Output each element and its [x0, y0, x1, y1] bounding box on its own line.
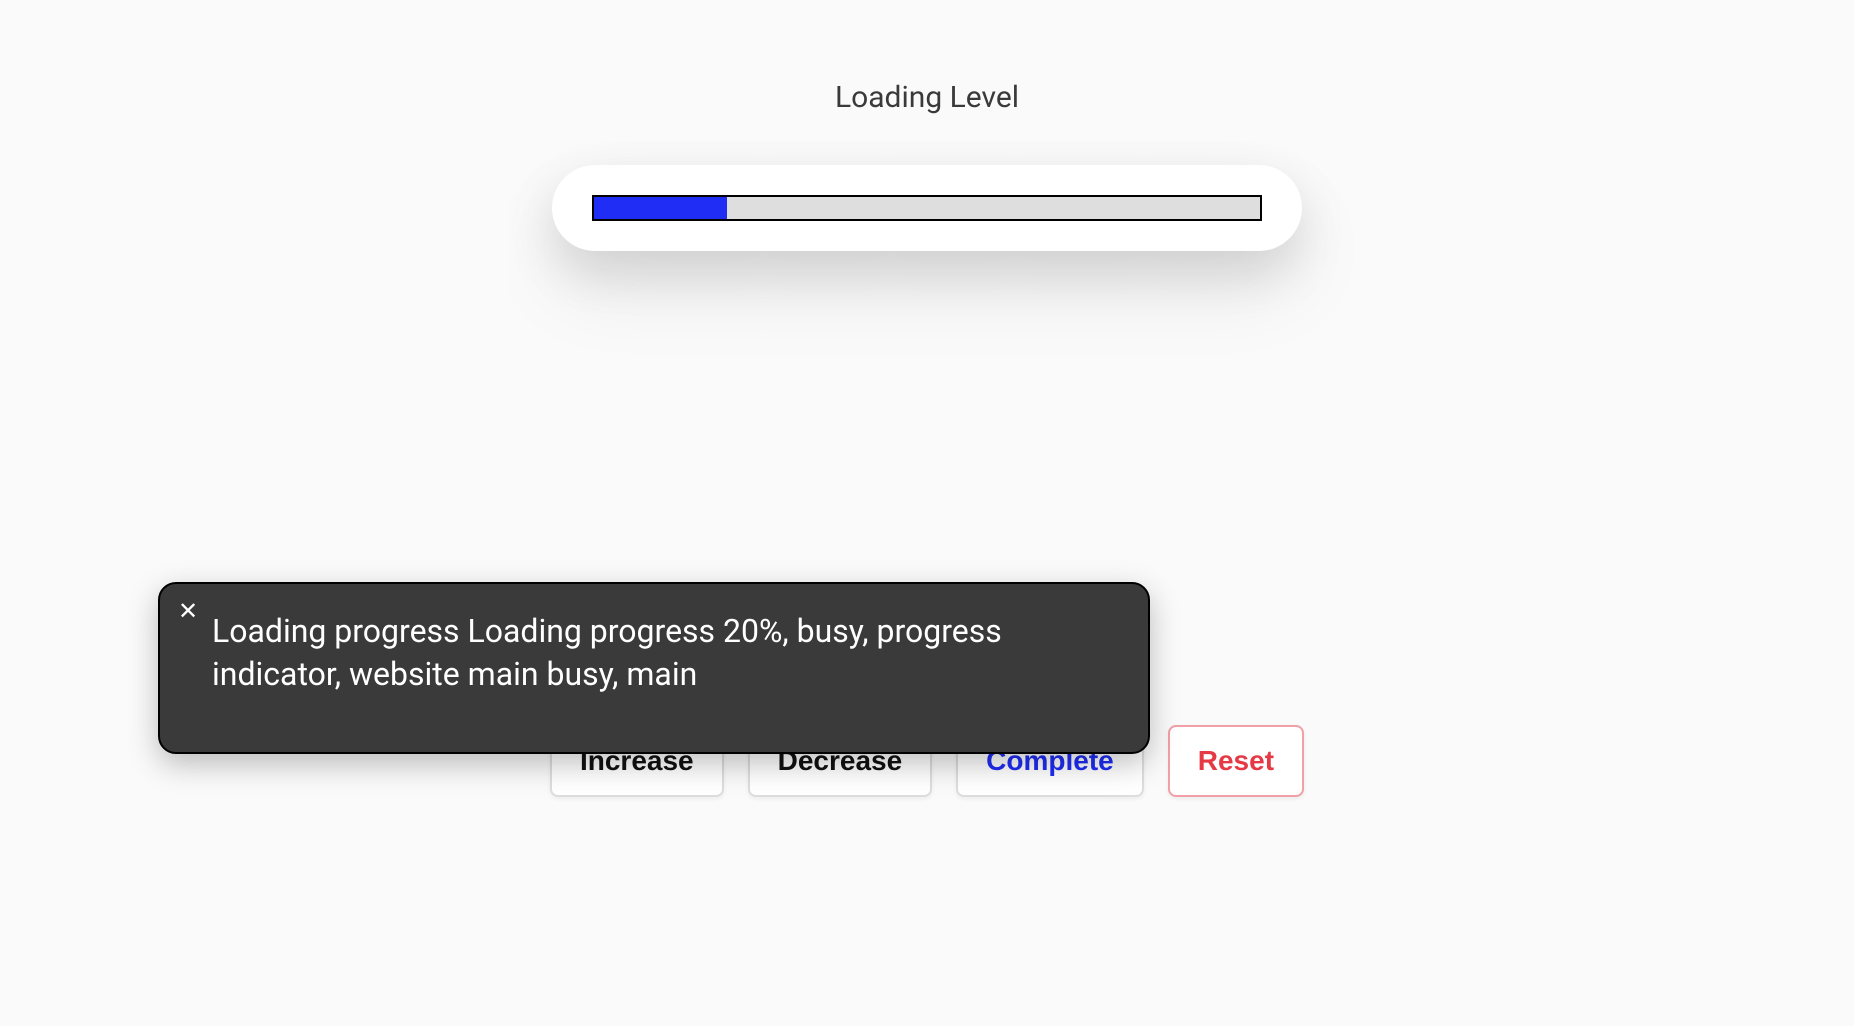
page-heading: Loading Level [0, 80, 1854, 115]
progress-fill [594, 197, 727, 219]
accessibility-tooltip: ✕ Loading progress Loading progress 20%,… [158, 582, 1150, 754]
progress-bar [592, 195, 1262, 221]
tooltip-text: Loading progress Loading progress 20%, b… [212, 610, 1112, 696]
progress-card [552, 165, 1302, 251]
close-icon[interactable]: ✕ [178, 600, 198, 624]
reset-button[interactable]: Reset [1168, 725, 1304, 797]
